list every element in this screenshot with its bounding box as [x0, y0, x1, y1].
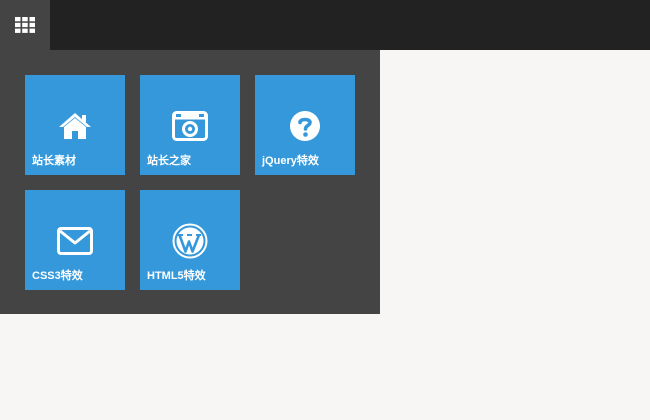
camera-icon	[170, 108, 210, 144]
home-icon	[55, 108, 95, 144]
tile-html5-texiao[interactable]: HTML5特效	[140, 190, 240, 290]
question-circle-icon	[285, 108, 325, 144]
grid-icon	[15, 17, 35, 33]
tile-label: jQuery特效	[262, 155, 319, 167]
tile-menu-panel: 站长素材 站长之家 jQuery特效 CSS3特效 HTML5特效	[0, 50, 380, 314]
tile-label: HTML5特效	[147, 270, 206, 282]
top-bar	[0, 0, 650, 50]
envelope-icon	[55, 223, 95, 259]
tile-label: CSS3特效	[32, 270, 83, 282]
wordpress-icon	[170, 223, 210, 259]
tile-label: 站长之家	[147, 155, 191, 167]
tile-label: 站长素材	[32, 155, 76, 167]
tile-zhanzhang-sucai[interactable]: 站长素材	[25, 75, 125, 175]
menu-grid-button[interactable]	[0, 0, 50, 50]
tile-zhanzhang-zhijia[interactable]: 站长之家	[140, 75, 240, 175]
tile-css3-texiao[interactable]: CSS3特效	[25, 190, 125, 290]
tile-jquery-texiao[interactable]: jQuery特效	[255, 75, 355, 175]
